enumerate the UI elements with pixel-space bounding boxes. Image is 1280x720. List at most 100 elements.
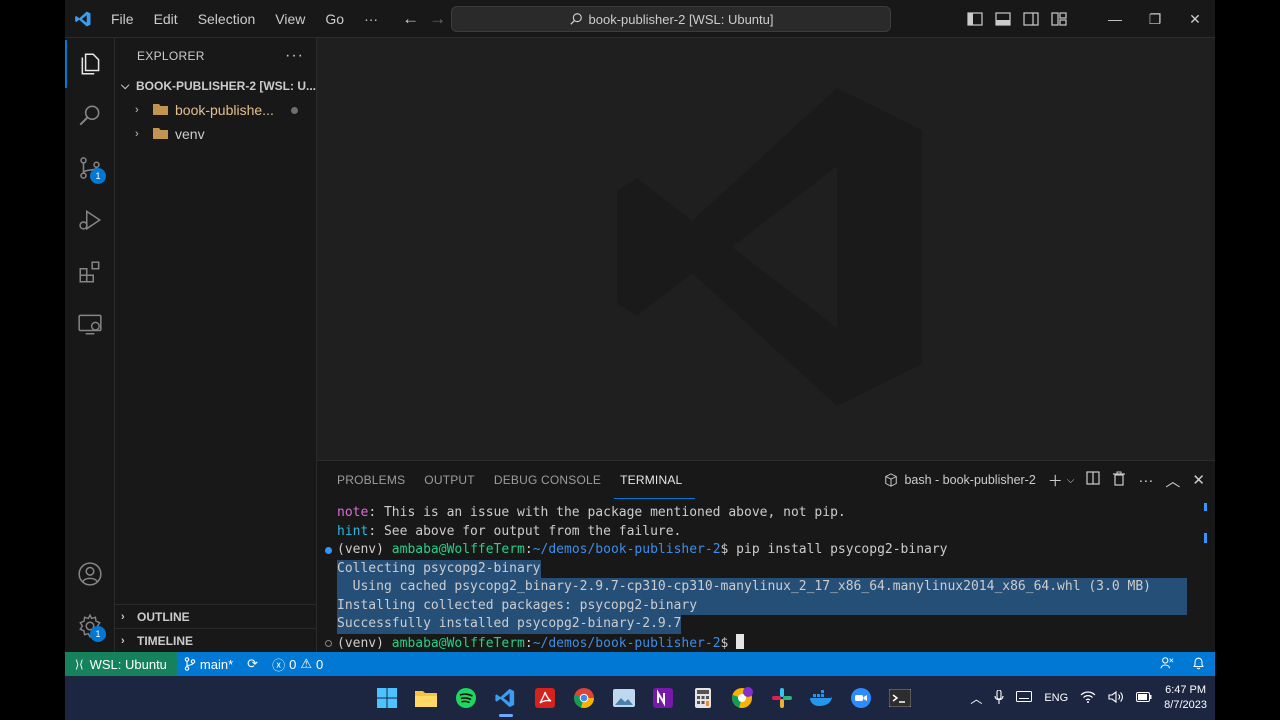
zoom-icon[interactable] <box>841 676 881 720</box>
feedback-person-icon[interactable] <box>1160 656 1174 673</box>
photos-icon[interactable] <box>604 676 644 720</box>
toggle-sidebar-icon[interactable] <box>961 12 989 26</box>
explorer-sidebar: EXPLORER ··· ⌵ BOOK-PUBLISHER-2 [WSL: U.… <box>115 38 317 652</box>
extensions-icon[interactable] <box>65 248 115 296</box>
chevron-right-icon: › <box>135 128 139 140</box>
new-terminal-plus-icon[interactable]: ＋ <box>1048 470 1063 491</box>
terminal-output[interactable]: note: This is an issue with the package … <box>317 499 1215 653</box>
search-icon[interactable] <box>65 92 115 140</box>
slack-icon[interactable] <box>762 676 802 720</box>
split-terminal-icon[interactable] <box>1086 471 1101 489</box>
tray-overflow-chevron-icon[interactable]: ︿ <box>970 690 982 707</box>
toggle-panel-icon[interactable] <box>989 12 1017 26</box>
menu-bar: File Edit Selection View Go ··· <box>101 0 388 38</box>
remote-explorer-icon[interactable] <box>65 300 115 348</box>
remote-indicator[interactable]: ⟩⟨ WSL: Ubuntu <box>65 652 177 676</box>
volume-icon[interactable] <box>1108 690 1124 706</box>
forward-arrow-icon[interactable]: → <box>429 9 446 29</box>
chevron-right-icon: › <box>135 104 139 116</box>
vscode-window: File Edit Selection View Go ··· ← → book… <box>65 0 1215 720</box>
terminal-scrollbar-marker <box>1204 533 1207 543</box>
terminal-line: hint: See above for output from the fail… <box>337 523 682 539</box>
timeline-label: TIMELINE <box>137 633 193 648</box>
problems-indicator[interactable]: ⓧ 0 ⚠ 0 <box>265 655 330 674</box>
workspace-root[interactable]: ⌵ BOOK-PUBLISHER-2 [WSL: U... <box>115 74 316 98</box>
start-windows-icon[interactable] <box>367 676 407 720</box>
source-control-icon[interactable]: 1 <box>65 144 115 192</box>
menu-file[interactable]: File <box>101 0 144 38</box>
vscode-taskbar-icon[interactable] <box>486 676 526 720</box>
tree-item-label: venv <box>175 126 205 142</box>
customize-layout-icon[interactable] <box>1045 12 1073 26</box>
status-bar-right <box>1160 652 1205 676</box>
terminal-prompt-line: (venv) ambaba@WolffeTerm:~/demos/book-pu… <box>337 633 745 653</box>
branch-indicator[interactable]: main* <box>177 657 240 672</box>
terminal-selector[interactable]: bash - book-publisher-2 <box>884 473 1036 487</box>
battery-icon[interactable] <box>1136 691 1152 705</box>
terminal-dropdown-chevron-icon[interactable]: ⌵ <box>1067 475 1075 486</box>
command-decoration-dot-icon[interactable] <box>325 547 332 554</box>
chrome-profile-icon[interactable] <box>723 676 763 720</box>
outline-section[interactable]: › OUTLINE <box>115 604 317 628</box>
terminal-name: bash - book-publisher-2 <box>904 473 1036 487</box>
terminal-prompt-line: (venv) ambaba@WolffeTerm:~/demos/book-pu… <box>337 542 948 557</box>
menu-selection[interactable]: Selection <box>188 0 266 38</box>
menu-view[interactable]: View <box>265 0 315 38</box>
menu-go[interactable]: Go <box>315 0 354 38</box>
tab-terminal[interactable]: TERMINAL <box>614 461 696 499</box>
terminal-scrollbar[interactable] <box>1204 503 1207 511</box>
acrobat-icon[interactable] <box>525 676 565 720</box>
warning-icon: ⚠ <box>300 656 312 671</box>
minimize-button[interactable]: — <box>1095 11 1135 27</box>
title-bar-controls: — ❐ ✕ <box>961 0 1215 38</box>
chevron-right-icon: › <box>121 610 125 623</box>
tab-problems[interactable]: PROBLEMS <box>331 461 418 499</box>
keyboard-icon[interactable] <box>1016 691 1033 705</box>
chrome-icon[interactable] <box>565 676 605 720</box>
settings-gear-icon[interactable]: 1 <box>65 602 115 650</box>
toggle-secondary-sidebar-icon[interactable] <box>1017 12 1045 26</box>
tab-debug-console[interactable]: DEBUG CONSOLE <box>488 461 614 499</box>
panel-actions: bash - book-publisher-2 ＋ ⌵ ··· ︿ ✕ <box>884 461 1205 499</box>
explorer-more-button[interactable]: ··· <box>285 47 304 65</box>
wifi-icon[interactable] <box>1080 690 1096 706</box>
search-icon <box>569 13 582 25</box>
terminal-line: Using cached psycopg2_binary-2.9.7-cp310… <box>337 578 1187 597</box>
editor-area <box>317 38 1215 460</box>
kill-terminal-trash-icon[interactable] <box>1112 471 1126 490</box>
run-debug-icon[interactable] <box>65 196 115 244</box>
calculator-icon[interactable] <box>683 676 723 720</box>
more-actions-icon[interactable]: ··· <box>1138 472 1153 489</box>
notifications-bell-icon[interactable] <box>1192 656 1205 673</box>
clock[interactable]: 6:47 PM 8/7/2023 <box>1164 683 1207 713</box>
tab-output[interactable]: OUTPUT <box>418 461 488 499</box>
docker-icon[interactable] <box>802 676 842 720</box>
onenote-icon[interactable] <box>644 676 684 720</box>
file-explorer-icon[interactable] <box>407 676 447 720</box>
accounts-icon[interactable] <box>65 550 115 598</box>
menu-more[interactable]: ··· <box>354 0 388 38</box>
command-decoration-dot-icon[interactable] <box>325 640 332 647</box>
close-button[interactable]: ✕ <box>1175 11 1215 28</box>
command-center-search[interactable]: book-publisher-2 [WSL: Ubuntu] <box>451 6 891 32</box>
menu-edit[interactable]: Edit <box>144 0 188 38</box>
windows-terminal-icon[interactable] <box>881 676 921 720</box>
tree-item-book-publisher[interactable]: › book-publishe... <box>115 98 316 122</box>
language-indicator[interactable]: ENG <box>1044 692 1068 704</box>
system-tray: ︿ ENG 6:47 PM 8/7/2023 <box>970 676 1207 720</box>
tree-item-venv[interactable]: › venv <box>115 122 316 146</box>
restore-button[interactable]: ❐ <box>1135 11 1175 28</box>
microphone-icon[interactable] <box>994 688 1004 707</box>
spotify-icon[interactable] <box>446 676 486 720</box>
close-panel-icon[interactable]: ✕ <box>1192 471 1205 489</box>
timeline-section[interactable]: › TIMELINE <box>115 628 317 652</box>
maximize-panel-chevron-up-icon[interactable]: ︿ <box>1165 470 1180 491</box>
status-bar: ⟩⟨ WSL: Ubuntu main* ⟳ ⓧ 0 ⚠ 0 <box>65 652 1215 676</box>
explorer-icon[interactable] <box>65 40 115 88</box>
error-icon: ⓧ <box>272 657 286 673</box>
bottom-panel: PROBLEMS OUTPUT DEBUG CONSOLE TERMINAL b… <box>317 460 1215 652</box>
sync-button[interactable]: ⟳ <box>240 656 265 672</box>
clock-date: 8/7/2023 <box>1164 699 1207 711</box>
back-arrow-icon[interactable]: ← <box>402 9 419 29</box>
taskbar-apps <box>367 676 920 720</box>
